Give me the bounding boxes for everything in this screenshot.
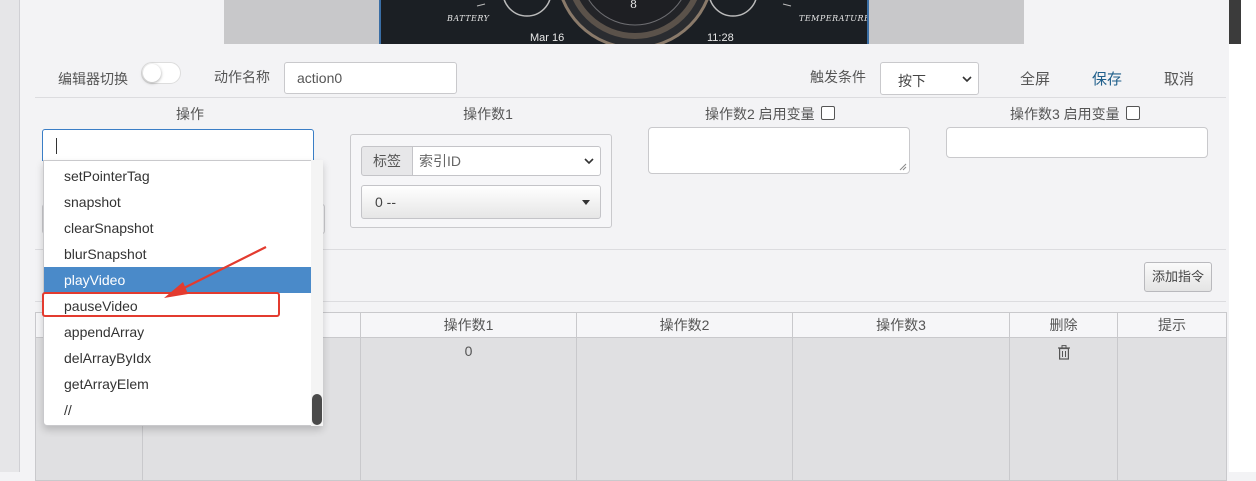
left-frame (0, 0, 20, 472)
action-name-input[interactable]: action0 (284, 62, 457, 94)
table-cell-operand3 (792, 337, 1010, 481)
operand2-header-label: 操作数2 启用变量 (705, 106, 815, 122)
preview-time: 11:28 (707, 32, 734, 44)
cancel-button[interactable]: 取消 (1164, 68, 1194, 89)
operand3-input[interactable] (946, 127, 1208, 158)
trigger-label: 触发条件 (810, 69, 866, 85)
index-id-placeholder: 索引ID (419, 153, 461, 169)
dropdown-item-snapshot[interactable]: snapshot (44, 189, 312, 215)
trigger-value: 按下 (898, 73, 926, 89)
table-cell-operand1: 0 (360, 337, 577, 481)
right-frame (1229, 0, 1256, 472)
table-header-operand3: 操作数3 (792, 312, 1010, 338)
index-id-select[interactable]: 索引ID (413, 146, 601, 176)
table-header-operand2: 操作数2 (576, 312, 793, 338)
toggle-knob (143, 64, 161, 82)
save-button[interactable]: 保存 (1092, 68, 1122, 89)
preview-date: Mar 16 (530, 32, 565, 44)
table-header-hint: 提示 (1117, 312, 1227, 338)
operand2-enable-variable-checkbox[interactable] (820, 106, 835, 120)
table-cell-delete (1009, 337, 1118, 481)
chevron-down-icon (584, 158, 594, 165)
annotation-arrow-icon (164, 246, 267, 298)
tag-button[interactable]: 标签 (361, 146, 413, 176)
operand1-header: 操作数1 (463, 106, 513, 122)
operation-header: 操作 (176, 106, 204, 122)
table-cell-operand2 (576, 337, 793, 481)
chevron-down-icon (962, 76, 972, 83)
add-command-button[interactable]: 添加指令 (1144, 262, 1212, 292)
device-preview-screen: BATTERY TEMPERATURE 8 Mar 16 11:28 (379, 0, 869, 44)
operand2-textarea[interactable] (648, 127, 910, 174)
table-cell-hint (1117, 337, 1227, 481)
dropdown-scrollbar-track[interactable] (311, 160, 323, 426)
dropdown-item-comment[interactable]: // (44, 397, 312, 423)
text-cursor (56, 138, 57, 154)
operation-input[interactable] (42, 129, 314, 161)
action-name-label: 动作名称 (214, 69, 270, 85)
table-header-delete: 删除 (1009, 312, 1118, 338)
divider (35, 97, 1226, 98)
dropdown-item-setpointertag[interactable]: setPointerTag (44, 163, 312, 189)
operand3-header: 操作数3 启用变量 (1010, 104, 1140, 124)
fullscreen-button[interactable]: 全屏 (1020, 68, 1050, 89)
dropdown-scrollbar-thumb[interactable] (312, 394, 322, 425)
table-header-operand1: 操作数1 (360, 312, 577, 338)
temperature-label: TEMPERATURE (799, 14, 869, 23)
operand3-header-label: 操作数3 启用变量 (1010, 106, 1120, 122)
dropdown-item-appendarray[interactable]: appendArray (44, 319, 312, 345)
editor-toggle-label: 编辑器切换 (58, 71, 128, 87)
dropdown-item-clearsnapshot[interactable]: clearSnapshot (44, 215, 312, 241)
battery-label: BATTERY (447, 14, 490, 23)
caret-down-icon (582, 200, 590, 205)
dropdown-item-getarrayelem[interactable]: getArrayElem (44, 371, 312, 397)
trash-icon[interactable] (1057, 345, 1071, 360)
operand1-value: 0 -- (375, 194, 396, 210)
editor-toggle-switch[interactable] (141, 62, 181, 84)
operand2-header: 操作数2 启用变量 (705, 104, 835, 124)
page-scrollbar[interactable] (1229, 0, 1241, 44)
operand3-enable-variable-checkbox[interactable] (1125, 106, 1140, 120)
resize-handle-icon (899, 163, 907, 171)
operand1-value-select[interactable]: 0 -- (361, 185, 601, 219)
gauge-digit: 8 (630, 0, 638, 11)
dropdown-item-delarraybyidx[interactable]: delArrayByIdx (44, 345, 312, 371)
trigger-select[interactable]: 按下 (880, 62, 979, 95)
